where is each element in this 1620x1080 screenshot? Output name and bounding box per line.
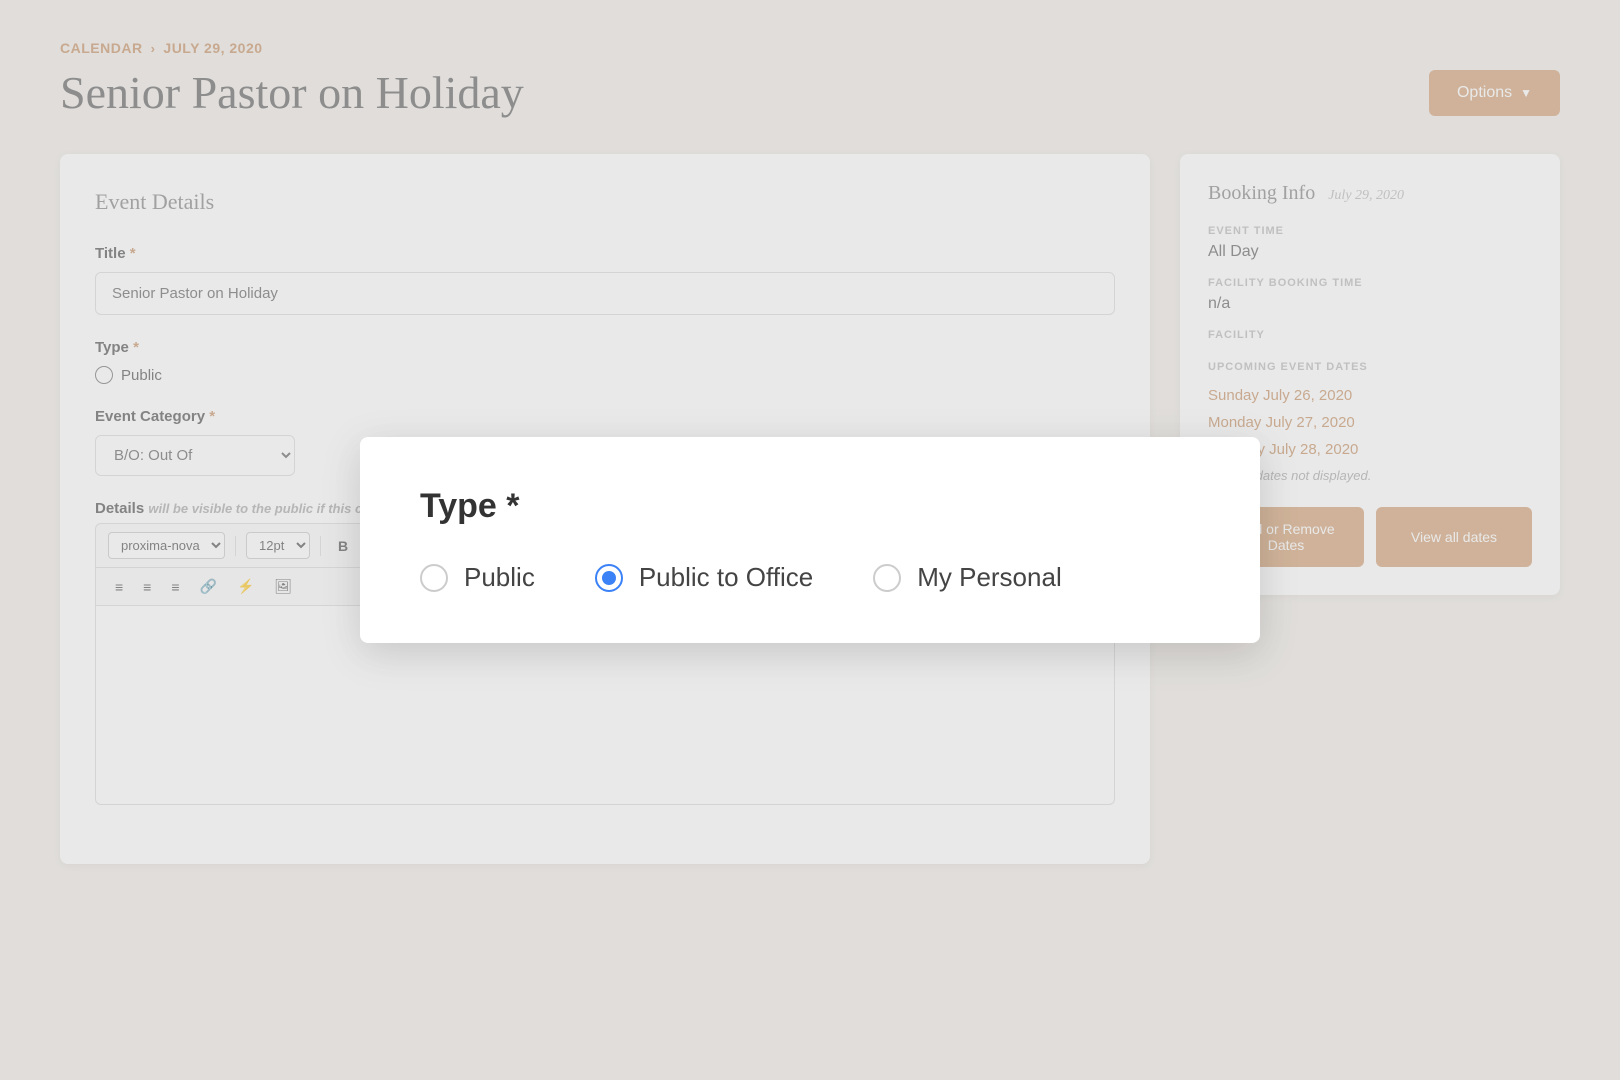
modal-box: Type * Public Public to Office My Person… <box>360 437 1260 643</box>
modal-radio-group: Public Public to Office My Personal <box>420 562 1200 593</box>
modal-radio-public-office[interactable]: Public to Office <box>595 562 813 593</box>
modal-radio-public[interactable]: Public <box>420 562 535 593</box>
modal-radio-public-label: Public <box>464 562 535 593</box>
modal-radio-personal[interactable]: My Personal <box>873 562 1062 593</box>
modal-overlay[interactable]: Type * Public Public to Office My Person… <box>0 0 1620 1080</box>
radio-circle-public-office <box>595 564 623 592</box>
modal-title: Type * <box>420 487 1200 526</box>
modal-radio-personal-label: My Personal <box>917 562 1062 593</box>
radio-circle-personal <box>873 564 901 592</box>
modal-radio-public-office-label: Public to Office <box>639 562 813 593</box>
modal-required: * <box>506 487 519 525</box>
radio-circle-public <box>420 564 448 592</box>
